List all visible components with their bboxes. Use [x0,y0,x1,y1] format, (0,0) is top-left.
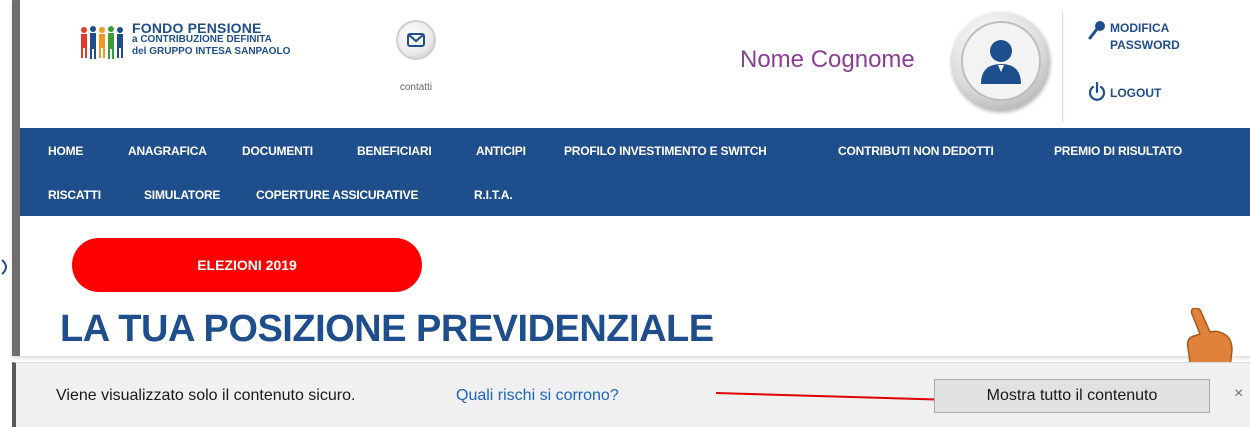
edge-arc-icon [1,259,7,275]
user-name: Nome Cognome [740,46,915,73]
avatar-inner [961,21,1041,101]
nav-rita[interactable]: R.I.T.A. [474,188,513,202]
logo-text: FONDO PENSIONE a CONTRIBUZIONE DEFINITA … [132,20,291,58]
modify-password-label: MODIFICA PASSWORD [1110,20,1180,54]
nav-premio-di-risultato[interactable]: PREMIO DI RISULTATO [1054,144,1182,158]
nav-simulatore[interactable]: SIMULATORE [144,188,220,202]
logo-line3: del GRUPPO INTESA SANPAOLO [132,46,291,57]
contact-button[interactable]: contatti [392,20,440,93]
logo-line2: a CONTRIBUZIONE DEFINITA [132,34,272,45]
contact-label: contatti [399,82,433,93]
nav-anticipi[interactable]: ANTICIPI [476,144,526,158]
nav-contributi-non-dedotti[interactable]: CONTRIBUTI NON DEDOTTI [838,144,994,158]
nav-anagrafica[interactable]: ANAGRAFICA [128,144,207,158]
nav-coperture-assicurative[interactable]: COPERTURE ASSICURATIVE [256,188,418,202]
security-infobar: Viene visualizzato solo il contenuto sic… [12,362,1250,427]
user-icon [981,40,1021,84]
close-icon[interactable]: × [1234,385,1243,403]
logo-line1: FONDO PENSIONE [132,20,262,36]
infobar-risks-link[interactable]: Quali rischi si corrono? [456,387,619,405]
nav-riscatti[interactable]: RISCATTI [48,188,101,202]
people-logo-icon [81,26,123,59]
logout-label: LOGOUT [1110,86,1162,100]
nav-profilo-investimento[interactable]: PROFILO INVESTIMENTO E SWITCH [564,144,767,158]
avatar[interactable] [952,12,1050,110]
header-divider [1062,12,1063,122]
nav-beneficiari[interactable]: BENEFICIARI [357,144,432,158]
key-icon [1088,21,1105,40]
page-frame: FONDO PENSIONE a CONTRIBUZIONE DEFINITA … [12,0,1250,356]
page-title: LA TUA POSIZIONE PREVIDENZIALE [60,308,714,350]
main-nav: HOME ANAGRAFICA DOCUMENTI BENEFICIARI AN… [20,128,1250,216]
modify-password-line2: PASSWORD [1110,38,1180,52]
power-icon [1088,82,1106,101]
nav-documenti[interactable]: DOCUMENTI [242,144,313,158]
infobar-message: Viene visualizzato solo il contenuto sic… [56,387,356,404]
modify-password-line1: MODIFICA [1110,21,1170,35]
envelope-icon [396,20,436,60]
elezioni-button[interactable]: ELEZIONI 2019 [72,238,422,292]
show-all-content-button[interactable]: Mostra tutto il contenuto [934,379,1210,413]
nav-home[interactable]: HOME [48,144,83,158]
